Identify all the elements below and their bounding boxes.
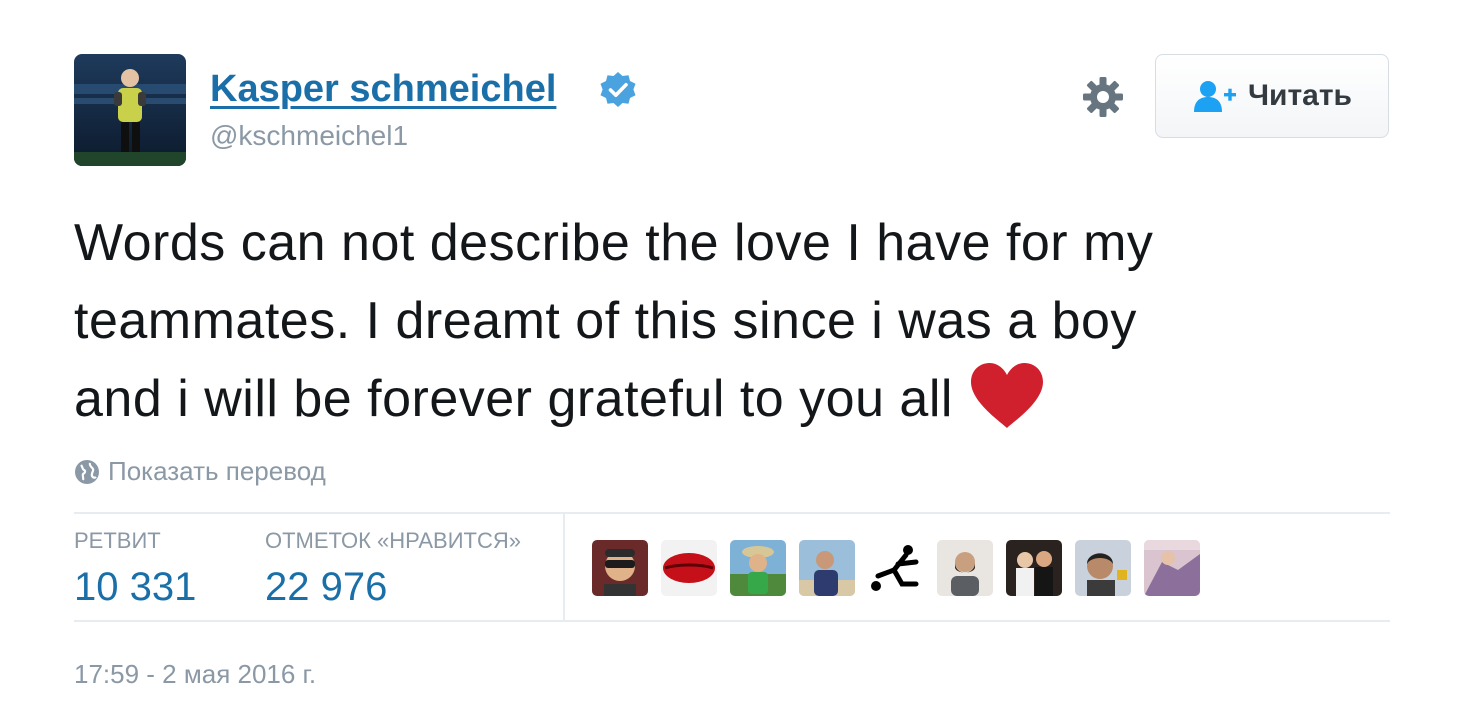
liker-avatar[interactable]	[937, 540, 993, 596]
user-handle[interactable]: @kschmeichel1	[210, 118, 408, 154]
display-name[interactable]: Kasper schmeichel	[210, 66, 556, 112]
add-user-icon	[1193, 81, 1236, 112]
show-translation-label: Показать перевод	[108, 456, 326, 486]
verified-badge-icon	[598, 70, 638, 110]
liker-avatar[interactable]	[1006, 540, 1062, 596]
liker-avatar[interactable]	[1075, 540, 1131, 596]
follow-button[interactable]: Читать	[1155, 54, 1389, 138]
globe-icon	[75, 459, 99, 484]
tweet-text-line: teammates. I dreamt of this since i was …	[74, 292, 1137, 350]
divider	[74, 512, 1390, 514]
liker-avatar[interactable]	[799, 540, 855, 596]
show-translation-link[interactable]: Показать перевод	[74, 456, 326, 487]
liker-avatar[interactable]	[1144, 540, 1200, 596]
likes-count: 22 976	[265, 565, 388, 609]
tweet-text-line-content: and i will be forever grateful to you al…	[74, 370, 953, 428]
tweet-timestamp[interactable]: 17:59 - 2 мая 2016 г.	[74, 656, 316, 692]
tweet-text-line: Words can not describe the love I have f…	[74, 214, 1154, 272]
liker-avatar[interactable]	[661, 540, 717, 596]
liker-avatar[interactable]	[868, 540, 924, 596]
liker-avatar[interactable]	[592, 540, 648, 596]
likers-avatars	[592, 540, 1200, 596]
gear-icon[interactable]	[1080, 74, 1126, 120]
likes-stat[interactable]: ОТМЕТОК «НРАВИТСЯ» 22 976	[265, 528, 521, 612]
tweet-text: Words can not describe the love I have f…	[74, 204, 1404, 438]
divider	[563, 514, 565, 620]
retweets-label: РЕТВИТ	[74, 528, 161, 553]
tweet-text-line: and i will be forever grateful to you al…	[74, 360, 1404, 438]
profile-avatar[interactable]	[74, 54, 186, 166]
retweets-stat[interactable]: РЕТВИТ 10 331	[74, 528, 196, 612]
liker-avatar[interactable]	[730, 540, 786, 596]
divider	[74, 620, 1390, 622]
heart-icon	[970, 363, 1043, 428]
follow-label: Читать	[1247, 79, 1353, 112]
retweets-count: 10 331	[74, 565, 197, 609]
likes-label: ОТМЕТОК «НРАВИТСЯ»	[265, 528, 521, 553]
